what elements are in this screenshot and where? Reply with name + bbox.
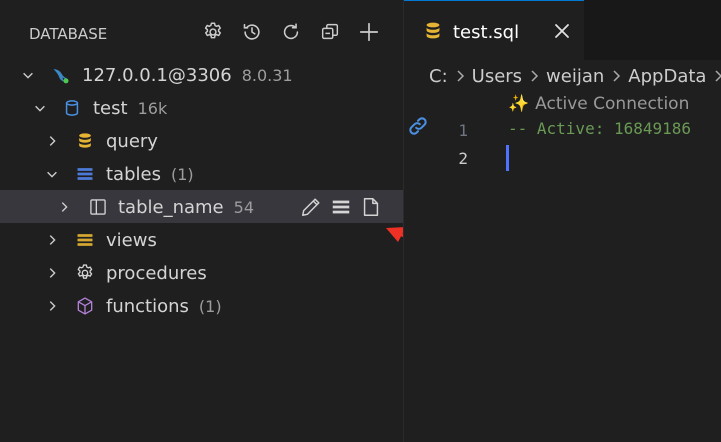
views-icon — [73, 223, 97, 256]
line-number: 1 — [458, 121, 468, 140]
database-size: 16k — [137, 99, 168, 118]
current-line-indicator — [506, 145, 509, 171]
table-label: table_name — [118, 197, 224, 218]
query-label: query — [106, 131, 158, 152]
database-icon — [60, 91, 84, 124]
codelens-active-connection[interactable]: ✨ Active Connection — [508, 94, 689, 114]
tab-label: test.sql — [453, 22, 520, 43]
tree-item-query[interactable]: query — [0, 124, 403, 157]
breadcrumb: C: Users weijan AppData — [429, 64, 721, 88]
list-lines-icon[interactable] — [329, 195, 353, 219]
procedures-gear-icon — [73, 256, 97, 289]
table-row-count: 54 — [233, 198, 254, 217]
refresh-icon[interactable] — [277, 18, 305, 46]
settings-icon[interactable] — [199, 18, 227, 46]
close-icon[interactable] — [552, 21, 572, 41]
functions-label: functions — [106, 296, 189, 317]
editor-tab-bar: test.sql — [404, 0, 721, 61]
chevron-right-icon — [608, 68, 624, 84]
chevron-right-icon[interactable] — [42, 256, 62, 289]
connection-version: 8.0.31 — [241, 66, 293, 85]
chevron-down-icon[interactable] — [18, 58, 38, 91]
breadcrumb-item[interactable]: weijan — [546, 66, 604, 87]
edit-pencil-icon[interactable] — [299, 195, 323, 219]
chevron-right-icon[interactable] — [54, 190, 74, 223]
sql-file-icon — [426, 22, 440, 39]
codelens-label: Active Connection — [535, 94, 690, 114]
sidebar-header: DATABASE — [0, 0, 403, 62]
tree-item-database[interactable]: test 16k — [0, 91, 403, 124]
chevron-right-icon[interactable] — [42, 124, 62, 157]
line-number: 2 — [458, 149, 468, 168]
tree-item-views[interactable]: views — [0, 223, 403, 256]
breadcrumb-item[interactable]: AppData — [628, 66, 706, 87]
database-sidebar: DATABASE 127.0.0.1@3306 8.0.31 test 16k … — [0, 0, 403, 442]
chevron-right-icon — [452, 68, 468, 84]
sparkle-icon: ✨ — [508, 94, 530, 114]
breadcrumb-item[interactable]: C: — [429, 66, 448, 87]
chevron-right-icon — [526, 68, 542, 84]
tables-label: tables — [106, 164, 161, 185]
mysql-dolphin-icon — [49, 58, 73, 91]
table-row-actions — [299, 190, 389, 223]
table-icon — [86, 190, 110, 223]
sidebar-title: DATABASE — [29, 25, 108, 43]
add-connection-icon[interactable] — [355, 18, 383, 46]
views-label: views — [106, 230, 157, 251]
functions-count: (1) — [198, 297, 222, 316]
database-label: test — [93, 98, 128, 119]
procedures-label: procedures — [106, 263, 207, 284]
chevron-right-icon — [710, 68, 721, 84]
tree-item-procedures[interactable]: procedures — [0, 256, 403, 289]
chevron-right-icon[interactable] — [42, 289, 62, 322]
tree-item-table[interactable]: table_name 54 — [0, 190, 403, 223]
tab-test-sql[interactable]: test.sql — [404, 0, 584, 61]
tree-item-connection[interactable]: 127.0.0.1@3306 8.0.31 — [0, 58, 403, 91]
editor-panel: test.sql C: Users weijan AppData ✨ Active… — [403, 0, 721, 442]
code-line-comment[interactable]: -- Active: 16849186 — [508, 119, 691, 138]
tables-icon — [73, 157, 97, 190]
tree-item-tables[interactable]: tables (1) — [0, 157, 403, 190]
chevron-right-icon[interactable] — [42, 223, 62, 256]
history-icon[interactable] — [238, 18, 266, 46]
tables-count: (1) — [170, 165, 194, 184]
link-icon[interactable] — [407, 115, 429, 137]
tree-item-functions[interactable]: functions (1) — [0, 289, 403, 322]
connection-label: 127.0.0.1@3306 — [82, 65, 232, 86]
chevron-down-icon[interactable] — [42, 157, 62, 190]
new-file-icon[interactable] — [359, 195, 383, 219]
functions-cube-icon — [73, 289, 97, 322]
breadcrumb-item[interactable]: Users — [472, 66, 522, 87]
collapse-all-icon[interactable] — [316, 18, 344, 46]
chevron-down-icon[interactable] — [30, 91, 50, 124]
query-icon — [73, 124, 97, 157]
